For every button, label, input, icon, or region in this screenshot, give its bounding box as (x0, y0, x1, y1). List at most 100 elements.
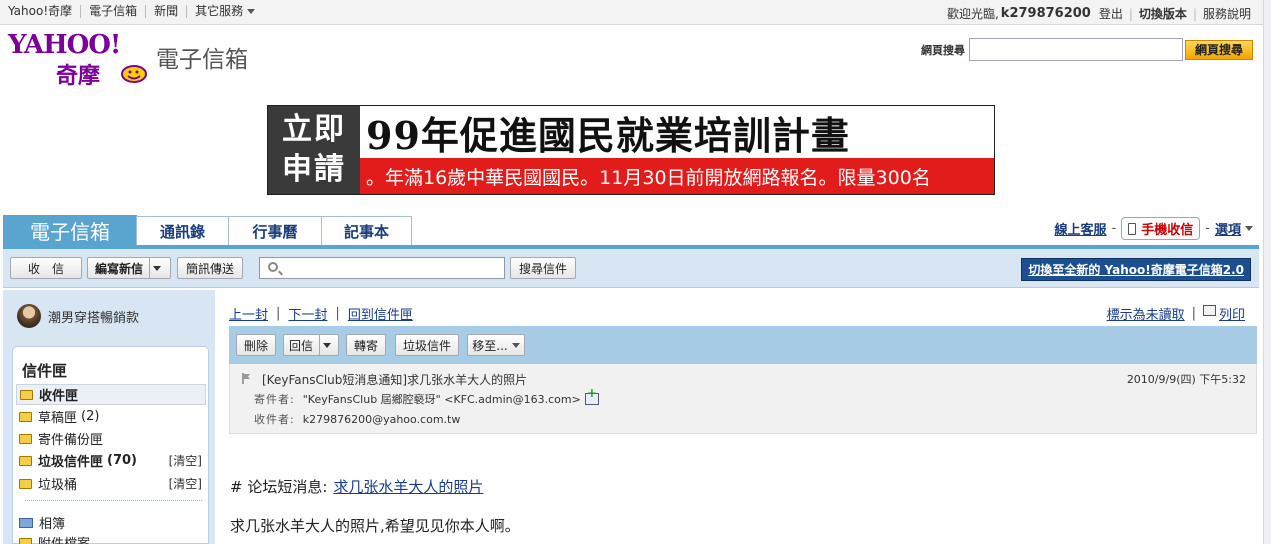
tab-calendar[interactable]: 行事曆 (228, 216, 322, 245)
folder-icon (19, 433, 32, 444)
message-pane: 上一封 | 下一封 | 回到信件匣 標示為未讀取 | 列印 刪除 回信 轉寄 垃… (216, 290, 1259, 544)
add-contact-icon[interactable] (584, 386, 599, 405)
mobile-mail-button[interactable]: 手機收信 (1121, 217, 1201, 240)
folder-spam[interactable]: 垃圾信件匣 (70) [清空] (16, 450, 206, 471)
search-icon (268, 262, 278, 272)
switch-version-link[interactable]: 切換版本 (1139, 5, 1187, 22)
folder-sent[interactable]: 寄件備份匣 (16, 428, 206, 449)
empty-spam-link[interactable]: [清空] (169, 452, 202, 469)
folder-icon (19, 455, 32, 466)
mark-unread-link[interactable]: 標示為未讀取 (1107, 304, 1185, 323)
banner-subtitle: 。年滿16歲中華民國國民。11月30日前開放網路報名。限量300名 (360, 158, 994, 194)
ad-banner[interactable]: 立即 申請 99年促進國民就業培訓計畫 。年滿16歲中華民國國民。11月30日前… (267, 105, 995, 195)
chevron-down-icon[interactable] (1245, 226, 1253, 231)
online-support-link[interactable]: 線上客服 (1055, 219, 1107, 238)
banner-apply-line1: 立即 (282, 112, 346, 147)
folder-count: (70) (107, 453, 137, 468)
tab-mail[interactable]: 電子信箱 (3, 215, 137, 245)
compose-dropdown[interactable] (149, 258, 163, 278)
banner-content: 99年促進國民就業培訓計畫 。年滿16歲中華民國國民。11月30日前開放網路報名… (360, 106, 994, 194)
print-link[interactable]: 列印 (1219, 304, 1245, 323)
body-link[interactable]: 求几张水羊大人的照片 (333, 476, 483, 497)
sms-button[interactable]: 簡訊傳送 (177, 257, 243, 279)
delete-button[interactable]: 刪除 (236, 334, 276, 356)
reply-dropdown[interactable] (319, 335, 333, 355)
sidebar-promo[interactable]: 潮男穿搭暢銷款 (17, 304, 139, 328)
from-address[interactable]: "KeyFansClub 屆鄉腔褻玡" <KFC.admin@163.com> (303, 391, 581, 407)
message-body-text: 求几张水羊大人的照片,希望见见你本人啊。 (230, 517, 520, 535)
receive-button[interactable]: 收 信 (10, 257, 82, 279)
chevron-down-icon (322, 342, 331, 348)
divider: | (1192, 6, 1197, 21)
logo-kimo-text: 奇摩 (56, 64, 101, 89)
prev-message-link[interactable]: 上一封 (229, 304, 268, 323)
spam-button[interactable]: 垃圾信件 (395, 334, 459, 356)
tab-contacts[interactable]: 通訊錄 (136, 216, 229, 245)
divider: - (1205, 221, 1210, 236)
folder-label: 垃圾桶 (38, 478, 78, 493)
smiley-icon (121, 65, 147, 83)
from-label: 寄件者: (254, 393, 295, 406)
chevron-down-icon (511, 342, 520, 348)
page-scrollbar[interactable] (1263, 0, 1271, 544)
mobile-mail-label: 手機收信 (1141, 223, 1194, 238)
empty-trash-link[interactable]: [清空] (169, 475, 202, 492)
web-search-input[interactable] (969, 38, 1183, 61)
yahoo-logo[interactable]: YAHOO! 奇摩 (8, 32, 153, 90)
message-header: [KeyFansClub短消息通知]求几张水羊大人的照片 2010/9/9(四)… (229, 364, 1257, 434)
flag-icon[interactable] (242, 373, 251, 384)
compose-button[interactable]: 編寫新信 (87, 257, 171, 279)
welcome-text: 歡迎光臨, (946, 7, 999, 21)
link-mail[interactable]: 電子信箱 (80, 5, 145, 18)
product-title: 電子信箱 (156, 47, 248, 73)
mail-search-input[interactable] (259, 257, 505, 279)
folder-icon (19, 411, 32, 422)
message-date: 2010/9/9(四) 下午5:32 (1126, 373, 1246, 386)
banner-title: 99年促進國民就業培訓計畫 (360, 106, 994, 158)
folder-album[interactable]: 相簿 (16, 512, 206, 533)
back-to-folder-link[interactable]: 回到信件匣 (348, 304, 413, 323)
message-body-header: # 论坛短消息: 求几张水羊大人的照片 (230, 476, 483, 497)
account-area: 歡迎光臨, k279876200 登出 | 切換版本 | 服務說明 (947, 5, 1251, 22)
folder-label: 附件檔案 (38, 533, 90, 544)
chevron-down-icon (152, 265, 161, 271)
username: k279876200 (1000, 6, 1091, 21)
move-to-label: 移至... (472, 338, 508, 353)
divider: | (335, 306, 340, 321)
help-link[interactable]: 服務說明 (1203, 5, 1251, 22)
link-other-services[interactable]: 其它服務 (186, 5, 263, 18)
trash-icon (19, 478, 32, 489)
message-action-bar: 刪除 回信 轉寄 垃圾信件 移至... (229, 326, 1257, 364)
web-search-button[interactable]: 網頁搜尋 (1185, 39, 1253, 60)
folder-inbox[interactable]: 收件匣 (16, 384, 206, 405)
to-label: 收件者: (254, 413, 295, 426)
switch-new-mail-link[interactable]: 切換至全新的 Yahoo!奇摩電子信箱2.0 (1021, 258, 1251, 281)
folder-label: 相簿 (39, 517, 66, 532)
app-tabs: 電子信箱 通訊錄 行事曆 記事本 (3, 215, 412, 245)
folder-count: (2) (81, 409, 100, 424)
folder-trash[interactable]: 垃圾桶 [清空] (16, 473, 206, 494)
printer-icon (1202, 305, 1216, 316)
move-to-button[interactable]: 移至... (467, 334, 525, 356)
logout-link[interactable]: 登出 (1099, 5, 1123, 22)
divider: - (1111, 221, 1117, 236)
compose-label: 編寫新信 (94, 261, 143, 276)
next-message-link[interactable]: 下一封 (288, 304, 327, 323)
top-utility-bar: Yahoo!奇摩 電子信箱 新聞 其它服務 歡迎光臨, k279876200 登… (0, 0, 1271, 25)
mail-search-button[interactable]: 搜尋信件 (510, 257, 576, 279)
folder-attachments[interactable]: 附件檔案 (16, 532, 206, 544)
tab-notepad[interactable]: 記事本 (321, 216, 412, 245)
folder-drafts[interactable]: 草稿匣 (2) (16, 406, 206, 427)
folder-icon (20, 389, 33, 400)
folder-label: 草稿匣 (38, 411, 78, 426)
attachment-folder-icon (19, 537, 32, 544)
options-link[interactable]: 選項 (1215, 219, 1241, 238)
link-yahoo-home[interactable]: Yahoo!奇摩 (8, 5, 80, 18)
link-news[interactable]: 新聞 (145, 5, 186, 18)
mail-toolbar: 收 信 編寫新信 簡訊傳送 搜尋信件 切換至全新的 Yahoo!奇摩電子信箱2.… (3, 245, 1259, 288)
tab-tools: 線上客服 - 手機收信 - 選項 (1055, 217, 1253, 240)
reply-button[interactable]: 回信 (283, 334, 339, 356)
divider: | (1128, 6, 1133, 21)
forward-button[interactable]: 轉寄 (346, 334, 386, 356)
folders-title: 信件匣 (22, 362, 68, 380)
